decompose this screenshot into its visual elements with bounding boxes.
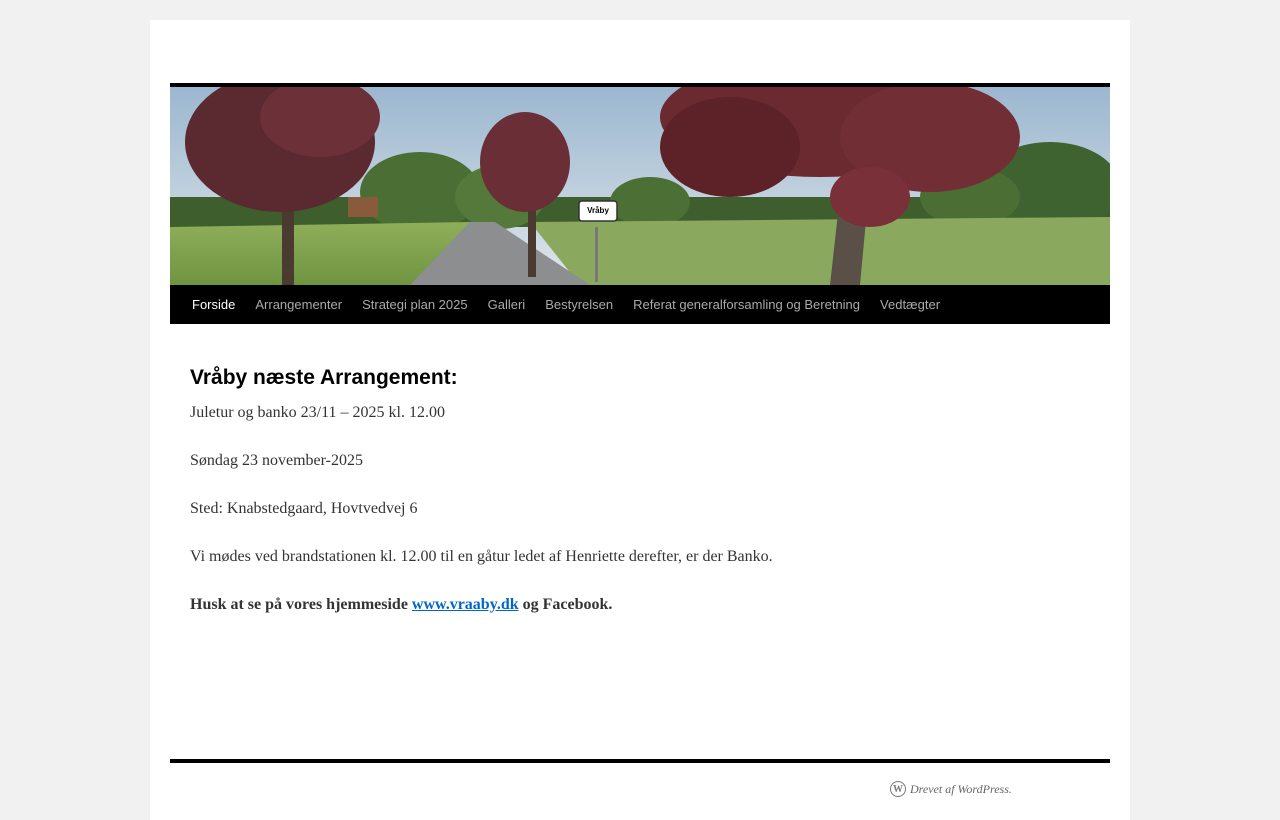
event-location-line: Sted: Knabstedgaard, Hovtvedvej 6	[190, 500, 418, 517]
banner-sign-text: Vråby	[587, 206, 609, 215]
nav-item-vedtaegter[interactable]: Vedtægter	[870, 285, 950, 324]
event-title-line: Juletur og banko 23/11 – 2025 kl. 12.00	[190, 404, 445, 421]
site-generator-text[interactable]: Drevet af WordPress.	[910, 782, 1012, 797]
wordpress-icon: W	[890, 781, 906, 797]
nav-item-strategi-plan[interactable]: Strategi plan 2025	[352, 285, 478, 324]
nav-item-referat[interactable]: Referat generalforsamling og Beretning	[623, 285, 870, 324]
post-content: Vråby næste Arrangement: Juletur og bank…	[190, 365, 1090, 641]
event-date-line: Søndag 23 november-2025	[190, 452, 363, 469]
site-generator[interactable]: W Drevet af WordPress.	[890, 781, 1012, 797]
post-title: Vråby næste Arrangement:	[190, 366, 458, 389]
website-link[interactable]: www.vraaby.dk	[412, 596, 519, 613]
website-note-suffix: og Facebook.	[518, 596, 613, 613]
banner-illustration: Vråby	[170, 87, 1110, 285]
event-description-line: Vi mødes ved brandstationen kl. 12.00 ti…	[190, 548, 773, 565]
nav-item-galleri[interactable]: Galleri	[478, 285, 536, 324]
header-banner-image[interactable]: Vråby	[170, 87, 1110, 285]
website-note-prefix: Husk at se på vores hjemmeside	[190, 596, 412, 613]
website-note: Husk at se på vores hjemmeside www.vraab…	[190, 593, 1090, 617]
nav-item-bestyrelsen[interactable]: Bestyrelsen	[535, 285, 623, 324]
page-wrapper: Vråby Forside Arrangementer Strategi pla…	[150, 20, 1130, 820]
main-navigation: Forside Arrangementer Strategi plan 2025…	[170, 285, 1110, 324]
footer-divider	[170, 759, 1110, 763]
nav-item-arrangementer[interactable]: Arrangementer	[245, 285, 352, 324]
nav-item-forside[interactable]: Forside	[182, 285, 245, 324]
